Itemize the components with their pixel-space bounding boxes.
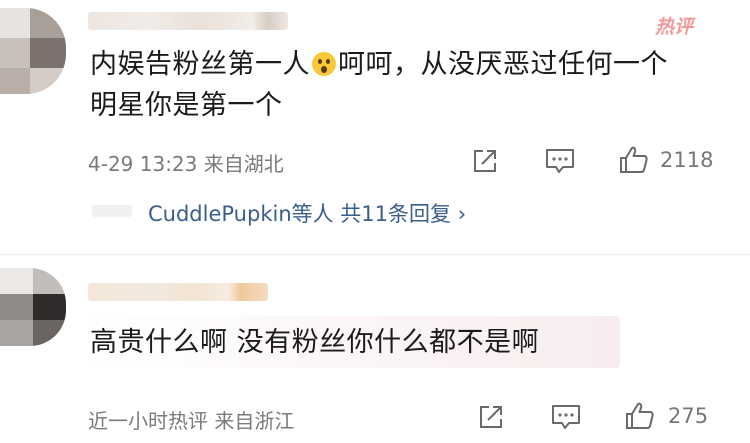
divider	[0, 254, 750, 255]
thumbs-up-icon[interactable]	[618, 144, 650, 176]
comment-meta: 近一小时热评 来自浙江	[88, 409, 295, 433]
username-blurred[interactable]	[88, 12, 288, 30]
comment-text-part: 呵呵，从没厌恶过任何一个	[338, 49, 668, 80]
like-count: 2118	[660, 148, 714, 172]
view-replies-link[interactable]: CuddlePupkin等人 共11条回复 ›	[148, 198, 466, 228]
astonished-face-icon	[312, 52, 336, 76]
comment-text: 内娱告粉丝第一人 呵呵，从没厌恶过任何一个 明星你是第一个	[90, 44, 730, 126]
comment-text-part: 内娱告粉丝第一人	[90, 49, 310, 80]
avatar[interactable]	[0, 268, 66, 346]
comment-icon[interactable]	[544, 146, 576, 176]
reply-avatars-blurred	[92, 205, 132, 217]
avatar[interactable]	[0, 8, 66, 94]
thumbs-up-icon[interactable]	[624, 400, 656, 432]
share-icon[interactable]	[476, 402, 506, 432]
username-blurred[interactable]	[88, 283, 268, 301]
hot-comment-badge: 热评	[655, 16, 694, 38]
like-count: 275	[668, 404, 709, 428]
comment-icon[interactable]	[550, 402, 582, 432]
comment-text: 高贵什么啊 没有粉丝你什么都不是啊	[90, 327, 540, 358]
share-icon[interactable]	[470, 146, 500, 176]
comment-text-part: 明星你是第一个	[90, 90, 283, 121]
comment-meta: 4-29 13:23 来自湖北	[88, 152, 284, 176]
